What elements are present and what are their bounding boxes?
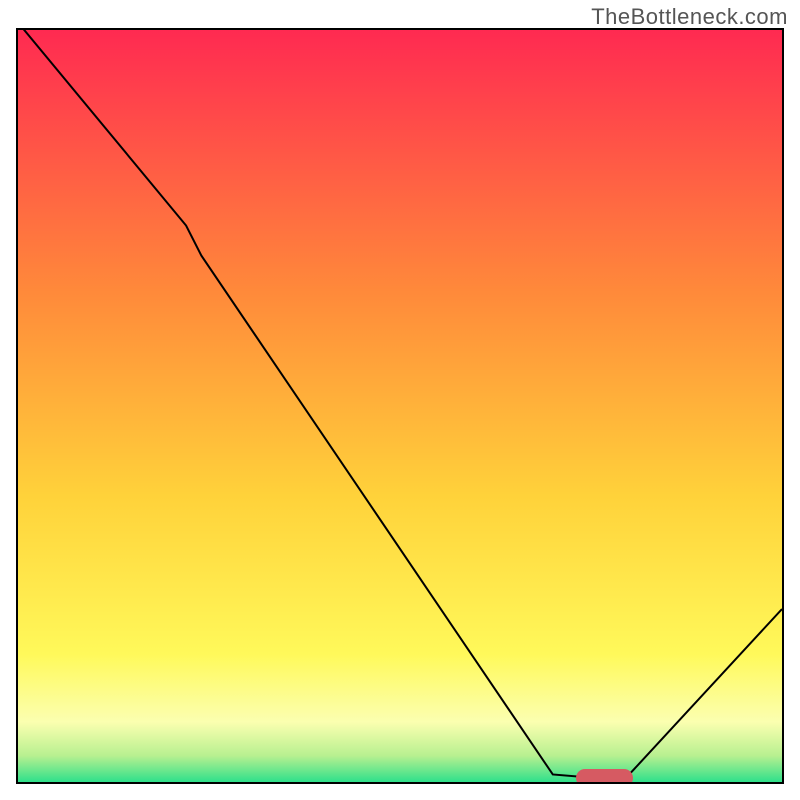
curve-line <box>18 30 782 782</box>
chart-frame <box>16 28 784 784</box>
optimal-marker <box>576 769 633 784</box>
watermark-text: TheBottleneck.com <box>591 4 788 30</box>
